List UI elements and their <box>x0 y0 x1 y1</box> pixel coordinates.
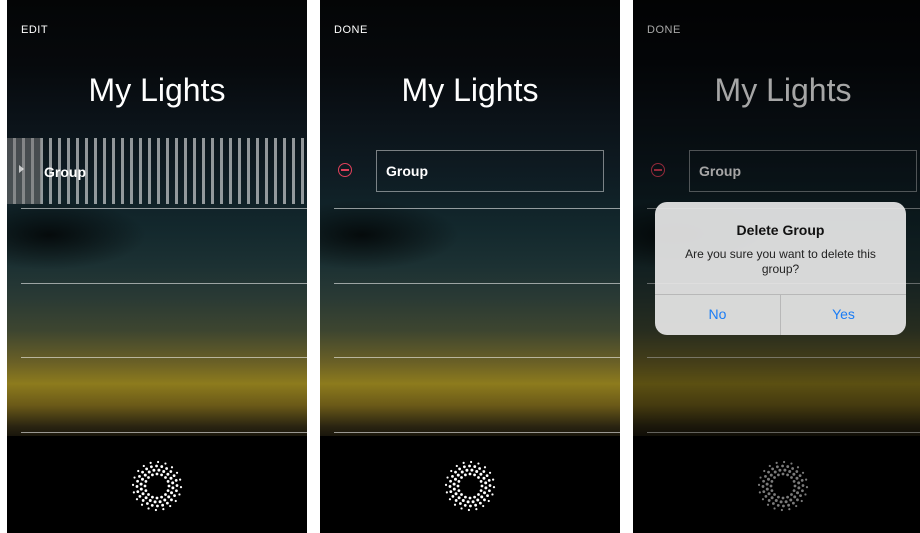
dialog-title: Delete Group <box>736 222 825 238</box>
row-divider <box>334 432 620 433</box>
sun-icon[interactable] <box>443 459 497 513</box>
page-title: My Lights <box>401 72 539 108</box>
group-label: Group <box>44 164 86 180</box>
no-button[interactable]: No <box>655 294 780 335</box>
delete-group-dialog: Delete Group Are you sure you want to de… <box>655 202 906 335</box>
dialog-message: Are you sure you want to delete this gro… <box>685 247 876 276</box>
page-title: My Lights <box>88 72 226 108</box>
screen-delete-dialog: DONE My Lights Group Delete Group Are yo… <box>633 0 920 533</box>
edit-button[interactable]: EDIT <box>21 24 48 36</box>
group-row[interactable]: Group <box>7 138 307 204</box>
sun-icon[interactable] <box>130 459 184 513</box>
row-divider <box>21 208 307 209</box>
row-divider <box>21 432 307 433</box>
disclosure-arrow-icon <box>19 165 24 173</box>
background-cloud <box>7 200 147 270</box>
group-label: Group <box>386 163 428 179</box>
group-name-field[interactable]: Group <box>376 150 604 192</box>
row-handle <box>7 138 41 204</box>
done-button[interactable]: DONE <box>334 24 368 36</box>
row-divider <box>334 283 620 284</box>
row-divider <box>334 357 620 358</box>
background-cloud <box>320 200 460 270</box>
screen-done: DONE My Lights Group <box>320 0 620 533</box>
row-divider <box>21 357 307 358</box>
row-divider <box>21 283 307 284</box>
row-divider <box>334 208 620 209</box>
screen-edit: EDIT My Lights Group <box>7 0 307 533</box>
delete-minus-icon[interactable] <box>338 163 352 177</box>
yes-button[interactable]: Yes <box>781 294 906 335</box>
